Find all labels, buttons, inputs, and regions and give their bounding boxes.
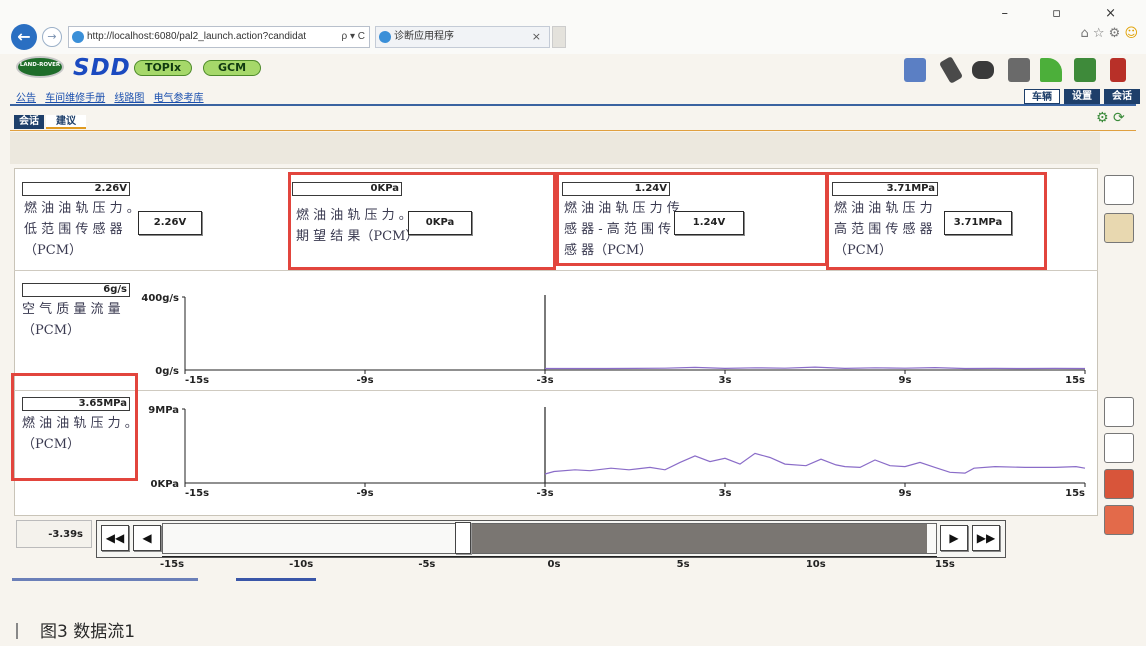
highlight-box [288, 172, 556, 270]
sdd-window: ← → http://localhost:6080/pal2_launch.ac… [0, 0, 1146, 646]
highlight-box [826, 172, 1047, 270]
timeline-tick-label: 5s [676, 559, 690, 570]
horizontal-scrollbar-thumb[interactable] [236, 578, 316, 581]
horizontal-scrollbar[interactable] [12, 578, 198, 581]
x-tick-label: 15s [1065, 488, 1085, 499]
step-forward-button[interactable]: ▶ [940, 525, 968, 551]
timeline-slider-handle[interactable] [455, 522, 471, 554]
timeline-tick-label: 0s [547, 559, 561, 570]
y-axis-min-label: 0g/s [155, 366, 179, 377]
x-tick-label: 9s [899, 488, 912, 499]
x-tick-label: -3s [536, 488, 553, 499]
zoom-in-icon[interactable] [1104, 397, 1134, 427]
highlight-box [556, 172, 828, 266]
x-tick-label: -15s [185, 488, 209, 499]
timeline-window [472, 524, 927, 553]
timeline-tick-label: -10s [289, 559, 314, 570]
x-tick-label: 9s [899, 375, 912, 386]
mass-air-flow-value: 6g/s [22, 283, 130, 297]
x-tick-label: -15s [185, 375, 209, 386]
timeline-tick-label: -15s [160, 559, 185, 570]
save-icon[interactable] [1104, 213, 1134, 243]
timeline-tick-label: -5s [418, 559, 436, 570]
list-icon[interactable] [1104, 175, 1134, 205]
x-tick-label: 3s [719, 375, 732, 386]
x-tick-label: 15s [1065, 375, 1085, 386]
mass-air-flow-title: 空 气 质 量 流 量 （PCM） [22, 302, 121, 338]
y-axis-max-label: 9MPa [148, 405, 179, 416]
fast-forward-button[interactable]: ▶▶ [972, 525, 1000, 551]
y-axis-min-label: 0KPa [150, 479, 179, 490]
zoom-out-icon[interactable] [1104, 433, 1134, 463]
timeline-tick-label: 15s [935, 559, 955, 570]
rewind-button[interactable]: ◀◀ [101, 525, 129, 551]
x-tick-label: 3s [719, 488, 732, 499]
chart-icon[interactable] [1104, 469, 1134, 499]
figure-caption: 图3 数据流1 [16, 617, 135, 642]
timeline-tick-label: 10s [805, 559, 826, 570]
highlight-box [11, 373, 138, 481]
x-tick-label: -9s [356, 375, 373, 386]
timeline-axis [162, 556, 937, 557]
x-tick-label: -3s [536, 375, 553, 386]
playback-time: -3.39s [16, 520, 92, 548]
series-line [545, 366, 1086, 370]
record-icon[interactable] [1104, 505, 1134, 535]
series-line [544, 452, 1086, 475]
x-tick-label: -9s [356, 488, 373, 499]
step-back-button[interactable]: ◀ [133, 525, 161, 551]
y-axis-max-label: 400g/s [141, 293, 179, 304]
